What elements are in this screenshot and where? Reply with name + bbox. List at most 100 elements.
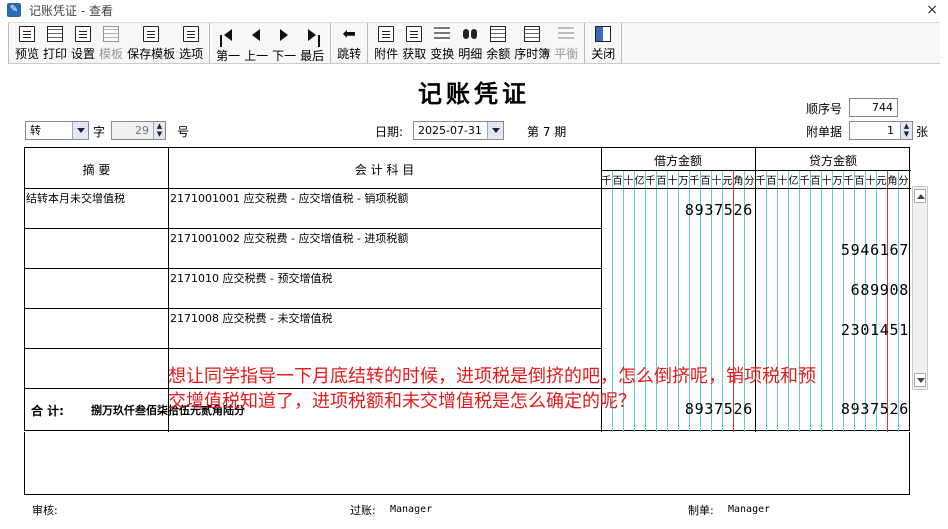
first-icon (220, 29, 233, 47)
first-button[interactable]: 第一 (214, 23, 242, 63)
calendar-dropdown-icon[interactable] (487, 122, 503, 139)
preview-label: 预览 (15, 47, 40, 61)
col-header-summary: 摘 要 (82, 163, 111, 177)
credit-digit-line (876, 170, 877, 432)
col-header-debit: 借方金额 (653, 154, 702, 168)
row-line (25, 268, 601, 269)
maker-value: Manager (728, 504, 771, 515)
attach-label: 附单据 (806, 125, 843, 139)
debit-digit-header: 千 (689, 176, 700, 187)
total-label: 合 计: (31, 404, 64, 418)
row-credit-amount[interactable]: 689908 (755, 281, 909, 299)
last-button[interactable]: 最后 (298, 23, 326, 63)
voucher-type-value: 转 (30, 124, 41, 137)
balance-check-label: 平衡 (554, 47, 579, 61)
save-template-button[interactable]: 保存模板 (125, 23, 177, 63)
print-button[interactable]: 打印 (41, 23, 69, 63)
row-account[interactable]: 2171001001 应交税费 - 应交增值税 - 销项税额 (170, 190, 408, 206)
voucher-number-field[interactable]: 29 ▲ ▼ (111, 121, 166, 140)
credit-digit-header: 万 (832, 176, 843, 187)
posting-value: Manager (390, 504, 433, 515)
save-template-icon (143, 26, 160, 42)
date-label: 日期: (375, 125, 404, 139)
row-summary[interactable]: 结转本月未交增值税 (26, 190, 125, 206)
credit-digit-header: 千 (799, 176, 810, 187)
voucher-type-select[interactable]: 转 (25, 121, 89, 140)
detail-label: 明细 (458, 47, 483, 61)
row-debit-amount[interactable]: 8937526 (601, 201, 753, 219)
scroll-up-icon[interactable] (914, 189, 926, 203)
save-template-label: 保存模板 (127, 47, 176, 61)
scroll-down-icon[interactable] (914, 373, 926, 387)
credit-digit-line (766, 170, 767, 432)
total-credit-amount: 8937526 (840, 400, 909, 418)
date-picker[interactable]: 2025-07-31 (413, 121, 504, 140)
footer-box (24, 432, 910, 495)
fetch-button[interactable]: 获取 (400, 23, 428, 63)
prev-button[interactable]: 上一 (242, 23, 270, 63)
credit-digit-line (832, 170, 833, 432)
toolbar-group-5: 关闭 (585, 23, 623, 63)
row-credit-amount[interactable]: 2301451 (755, 321, 909, 339)
toolbar-group-3: ⬅ 跳转 (331, 23, 369, 63)
credit-digit-line (865, 170, 866, 432)
credit-digit-line (777, 170, 778, 432)
row-account[interactable]: 2171001002 应交税费 - 应交增值税 - 进项税额 (170, 230, 408, 246)
next-button[interactable]: 下一 (270, 23, 298, 63)
row-account[interactable]: 2171010 应交税费 - 预交增值税 (170, 270, 332, 286)
row-account[interactable]: 2171008 应交税费 - 未交增值税 (170, 310, 332, 326)
print-label: 打印 (43, 47, 68, 61)
close-button[interactable]: 关闭 (589, 23, 617, 63)
balance-check-button[interactable]: 平衡 (552, 23, 580, 63)
debit-digit-header: 千 (601, 176, 612, 187)
swap-button[interactable]: 变换 (428, 23, 456, 63)
next-icon (280, 29, 289, 41)
printer-icon (47, 26, 64, 42)
attachment-count-field[interactable]: 1 ▲ ▼ (849, 121, 913, 140)
credit-digit-header: 百 (810, 176, 821, 187)
template-label: 模板 (99, 47, 124, 61)
vertical-scrollbar[interactable] (912, 186, 928, 390)
row-line (25, 228, 601, 229)
window-close-button[interactable]: × (926, 0, 938, 20)
preview-button[interactable]: 预览 (13, 23, 41, 63)
voucher-number-value: 29 (135, 124, 149, 137)
settings-icon (75, 26, 92, 42)
credit-digit-header: 分 (898, 176, 909, 187)
attachment-icon (378, 26, 395, 42)
app-icon: ✎ (7, 3, 21, 17)
jump-button[interactable]: ⬅ 跳转 (335, 23, 363, 63)
posting-label: 过账: (350, 504, 376, 517)
attach-spinner-icon[interactable]: ▲ ▼ (900, 122, 912, 139)
hao-label: 号 (177, 125, 190, 139)
period-label: 第 7 期 (527, 125, 567, 139)
seq-field[interactable]: 744 (849, 98, 898, 117)
sequence-book-button[interactable]: 序时簿 (512, 23, 552, 63)
credit-digit-line (799, 170, 800, 432)
template-button[interactable]: 模板 (97, 23, 125, 63)
balance-button[interactable]: 余额 (484, 23, 512, 63)
detail-button[interactable]: 明细 (456, 23, 484, 63)
credit-digit-line (887, 170, 888, 432)
header-bottom-line (25, 188, 911, 189)
last-label: 最后 (300, 49, 325, 63)
credit-digit-line (810, 170, 811, 432)
options-button[interactable]: 选项 (177, 23, 205, 63)
template-icon (103, 26, 120, 42)
row-credit-amount[interactable]: 5946167 (755, 241, 909, 259)
credit-digit-header: 角 (887, 176, 898, 187)
debit-digit-header: 十 (711, 176, 722, 187)
toolbar-group-1: 预览 打印 设置 模板 保存模板 选项 (8, 23, 211, 63)
credit-digit-header: 百 (766, 176, 777, 187)
fetch-label: 获取 (402, 47, 427, 61)
attach-label: 附件 (374, 47, 399, 61)
credit-digit-header: 千 (843, 176, 854, 187)
debit-digit-header: 亿 (634, 176, 645, 187)
credit-digit-header: 千 (755, 176, 766, 187)
close-label: 关闭 (591, 47, 616, 61)
number-spinner-icon[interactable]: ▲ ▼ (153, 122, 165, 139)
credit-digit-line (821, 170, 822, 432)
chevron-down-icon[interactable] (72, 122, 88, 139)
setup-button[interactable]: 设置 (69, 23, 97, 63)
attach-button[interactable]: 附件 (372, 23, 400, 63)
